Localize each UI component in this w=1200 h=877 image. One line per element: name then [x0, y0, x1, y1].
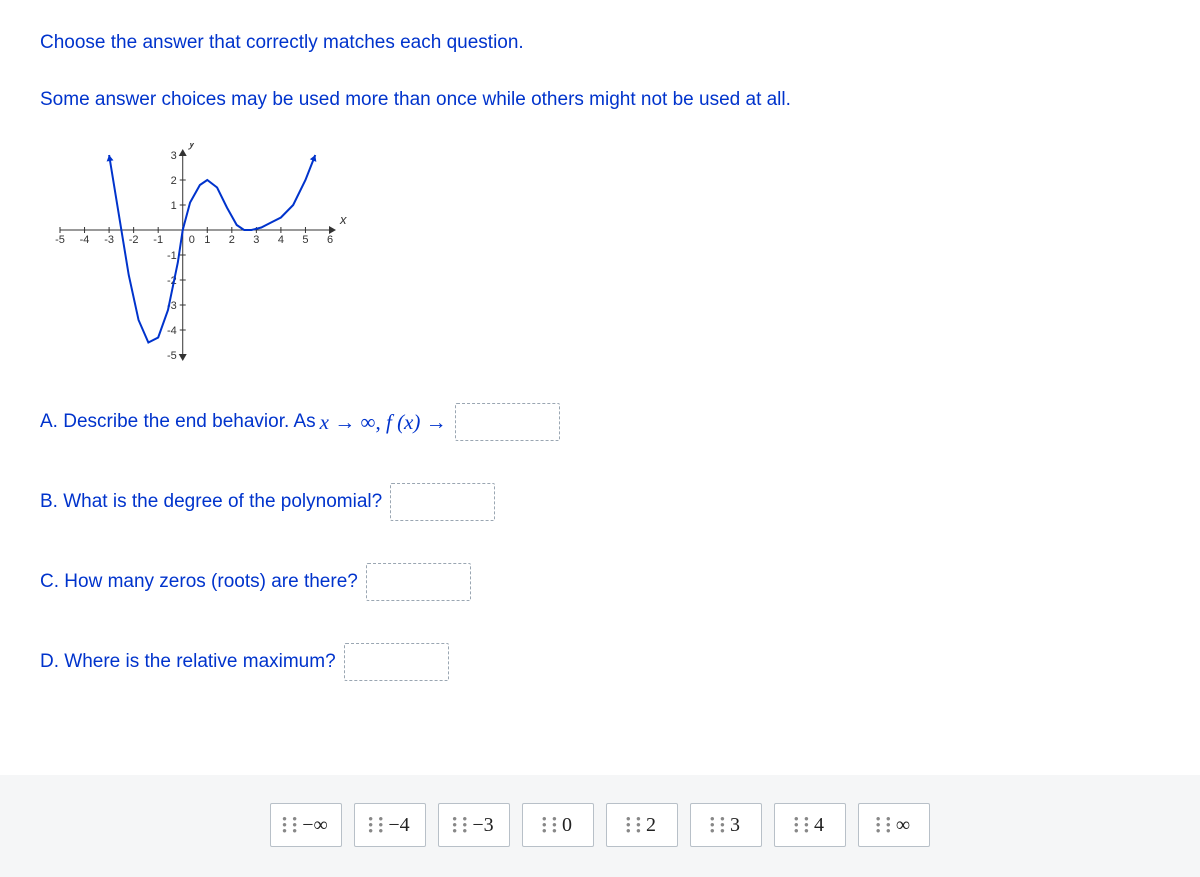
answer-bank: −∞ −4 −3 0 2 3 4 ∞	[0, 775, 1200, 877]
svg-text:2: 2	[229, 234, 235, 246]
svg-text:5: 5	[302, 234, 308, 246]
answer-tile-label: 2	[646, 814, 656, 837]
page: Choose the answer that correctly matches…	[0, 0, 1200, 877]
question-d-row: D. Where is the relative maximum?	[40, 643, 1160, 681]
answer-tile-4[interactable]: 2	[606, 803, 678, 847]
answer-tile-label: −3	[472, 814, 493, 837]
svg-text:-5: -5	[167, 350, 177, 362]
question-b-row: B. What is the degree of the polynomial?	[40, 483, 1160, 521]
answer-tile-label: 0	[562, 814, 572, 837]
answer-tile-0[interactable]: −∞	[270, 803, 342, 847]
svg-text:1: 1	[204, 234, 210, 246]
question-b-text: B. What is the degree of the polynomial?	[40, 491, 382, 513]
instructions-line-1: Choose the answer that correctly matches…	[40, 30, 1160, 57]
svg-text:y: y	[188, 143, 197, 150]
svg-text:-3: -3	[104, 234, 114, 246]
drag-grip-icon	[710, 816, 722, 834]
question-c-row: C. How many zeros (roots) are there?	[40, 563, 1160, 601]
question-content: Choose the answer that correctly matches…	[0, 0, 1200, 681]
drop-slot-c[interactable]	[366, 563, 471, 601]
answer-tile-6[interactable]: 4	[774, 803, 846, 847]
answer-tile-7[interactable]: ∞	[858, 803, 930, 847]
answer-tile-label: −∞	[302, 814, 328, 837]
drag-grip-icon	[876, 816, 888, 834]
svg-text:-5: -5	[55, 234, 65, 246]
drag-grip-icon	[794, 816, 806, 834]
svg-text:3: 3	[253, 234, 259, 246]
answer-tile-label: ∞	[896, 814, 910, 837]
polynomial-graph: -5-4-3-2-1123456-5-4-3-2-11230xy	[40, 143, 350, 373]
drag-grip-icon	[452, 816, 464, 834]
svg-text:-1: -1	[167, 250, 177, 262]
svg-text:-4: -4	[167, 325, 177, 337]
svg-text:2: 2	[171, 175, 177, 187]
answer-tile-5[interactable]: 3	[690, 803, 762, 847]
answer-tile-2[interactable]: −3	[438, 803, 510, 847]
svg-text:-1: -1	[153, 234, 163, 246]
drop-slot-d[interactable]	[344, 643, 449, 681]
svg-text:1: 1	[171, 200, 177, 212]
answer-tile-1[interactable]: −4	[354, 803, 426, 847]
question-a-row: A. Describe the end behavior. As x → ∞, …	[40, 403, 1160, 441]
question-d-text: D. Where is the relative maximum?	[40, 651, 336, 673]
svg-text:0: 0	[189, 234, 195, 246]
drop-slot-b[interactable]	[390, 483, 495, 521]
drag-grip-icon	[542, 816, 554, 834]
instructions-line-2: Some answer choices may be used more tha…	[40, 87, 1160, 114]
drag-grip-icon	[368, 816, 380, 834]
drop-slot-a[interactable]	[455, 403, 560, 441]
question-a-math: x → ∞, f (x) →	[320, 410, 447, 435]
question-a-prefix: A. Describe the end behavior. As	[40, 411, 316, 433]
answer-tile-label: −4	[388, 814, 409, 837]
svg-text:3: 3	[171, 150, 177, 162]
svg-text:6: 6	[327, 234, 333, 246]
answer-tile-label: 4	[814, 814, 824, 837]
svg-text:x: x	[339, 212, 347, 227]
answer-tile-label: 3	[730, 814, 740, 837]
svg-text:-4: -4	[80, 234, 90, 246]
chart-svg: -5-4-3-2-1123456-5-4-3-2-11230xy	[40, 143, 350, 373]
drag-grip-icon	[626, 816, 638, 834]
drag-grip-icon	[282, 816, 294, 834]
question-c-text: C. How many zeros (roots) are there?	[40, 571, 358, 593]
answer-tile-3[interactable]: 0	[522, 803, 594, 847]
svg-text:-2: -2	[129, 234, 139, 246]
svg-text:4: 4	[278, 234, 284, 246]
